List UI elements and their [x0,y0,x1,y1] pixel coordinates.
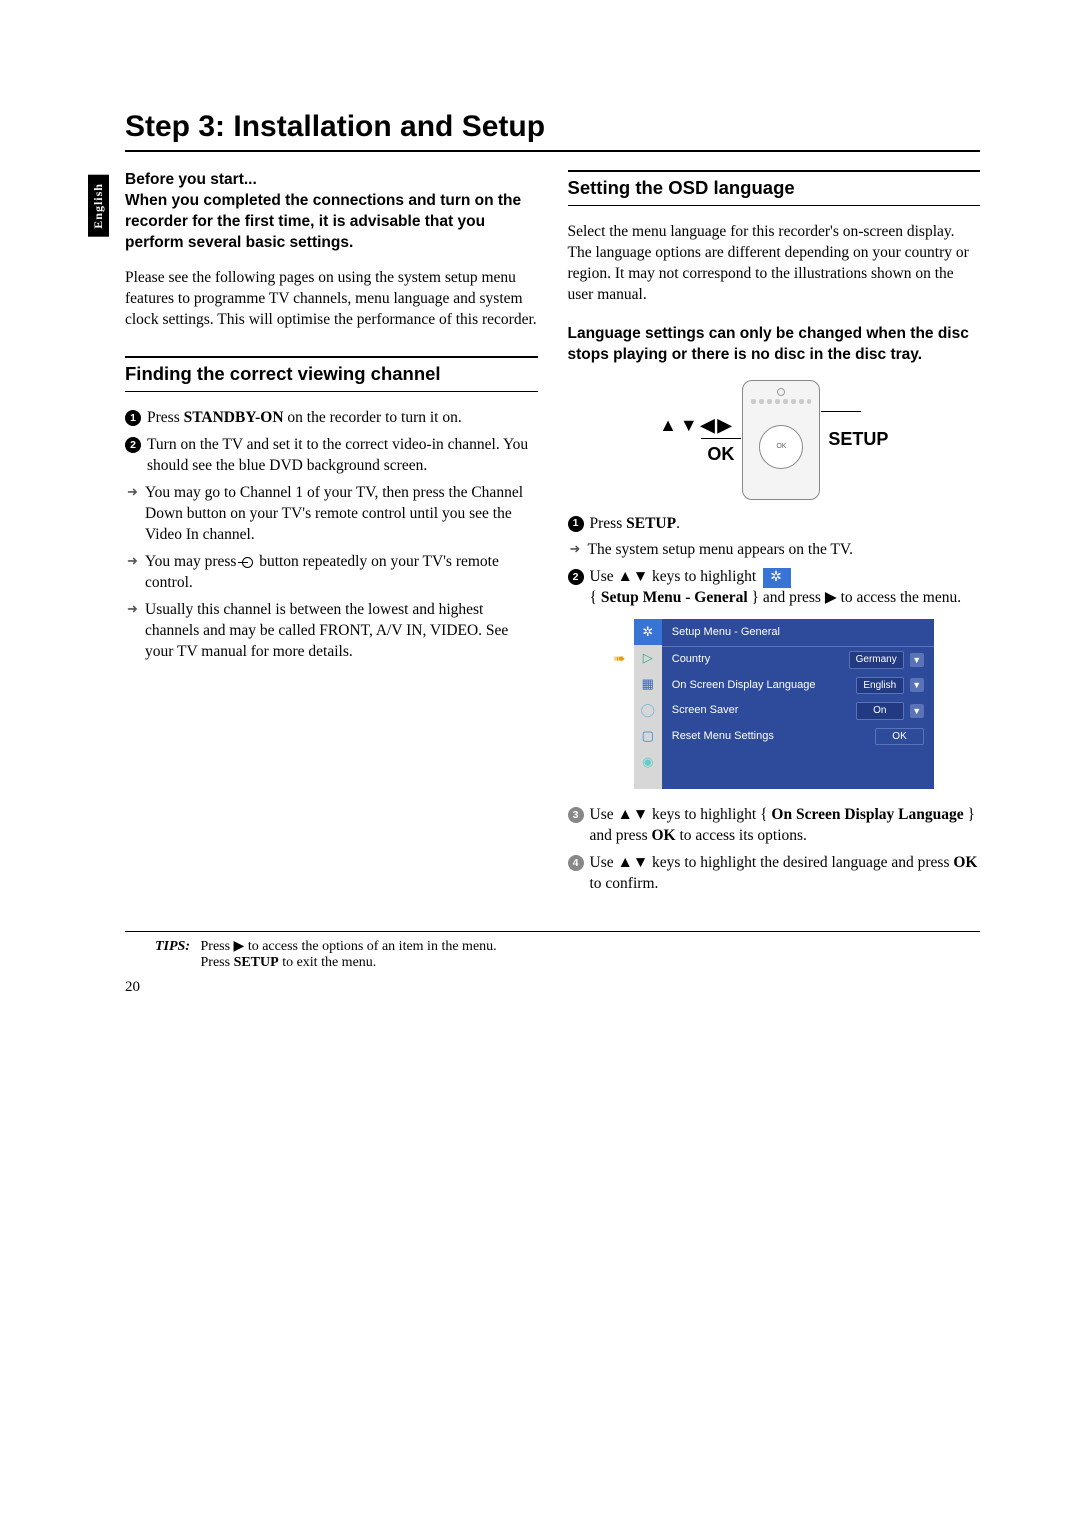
menu-row-reset: Reset Menu Settings OK [662,724,934,750]
remote-control-icon: OK [742,380,820,500]
tips-rule [125,931,980,932]
menu-row-osdlang: On Screen Display Language English ▼ [662,673,934,699]
menu-value-osdlang: English [856,677,904,695]
step-number-2r-icon: 2 [568,569,584,585]
menu-tab-tv-icon: ▢ [634,723,662,749]
content-columns: Before you start... When you completed t… [125,170,980,901]
step-1-right: 1 Press SETUP. [568,514,981,535]
section-rule-1 [125,391,538,392]
r2-a: Use ▲▼ keys to highlight [590,568,761,585]
page-title: Step 3: Installation and Setup [125,110,980,144]
section-osd-language: Setting the OSD language [568,170,981,201]
arrow2-a: You may press [145,553,240,570]
r3-c: to access its options. [676,827,807,844]
menu-value-reset: OK [875,728,923,746]
before-label: Before you start... [125,171,257,188]
r4-b: to confirm. [590,875,659,892]
general-menu-icon [763,568,791,588]
step-number-2-icon: 2 [125,437,141,453]
r4-a: Use ▲▼ keys to highlight the desired lan… [590,854,954,871]
r2-c: } and press ▶ to access the menu. [748,589,961,606]
s2-text: Turn on the TV and set it to the correct… [147,435,538,477]
arrow-input-button: You may press button repeatedly on your … [125,552,538,594]
right-column: Setting the OSD language Select the menu… [568,170,981,901]
title-rule [125,150,980,152]
step-number-1r-icon: 1 [568,516,584,532]
step-2-right: 2 Use ▲▼ keys to highlight { Setup Menu … [568,567,981,609]
tips-line2-setup: SETUP [234,955,279,970]
dropdown-icon: ▼ [910,653,924,667]
tips-label: TIPS: [155,939,190,954]
tips-line1: Press ▶ to access the options of an item… [201,939,497,954]
left-column: Before you start... When you completed t… [125,170,538,901]
r1-b: . [676,515,680,532]
menu-title: Setup Menu - General [662,619,934,647]
tips-line2a: Press [201,955,234,970]
step-number-1-icon: 1 [125,410,141,426]
r2-bold: Setup Menu - General [601,589,748,606]
menu-pointer-icon: ➠ [614,619,634,789]
ok-label: OK [659,440,734,469]
menu-row-screensaver: Screen Saver On ▼ [662,698,934,724]
input-source-icon [242,557,253,568]
menu-row-country: Country Germany ▼ [662,647,934,673]
before-body: When you completed the connections and t… [125,192,521,251]
r1-setup: SETUP [626,515,676,532]
setup-label: SETUP [828,427,888,451]
before-you-start: Before you start... When you completed t… [125,170,538,254]
dropdown-icon: ▼ [910,678,924,692]
menu-value-screensaver: On [856,702,904,720]
intro-para: Please see the following pages on using … [125,268,538,331]
menu-tab-general-icon: ✲ [634,619,662,645]
arrow-front-avin: Usually this channel is between the lowe… [125,600,538,663]
arrow-channel1: You may go to Channel 1 of your TV, then… [125,483,538,546]
menu-label-screensaver: Screen Saver [672,703,850,718]
dropdown-icon: ▼ [910,704,924,718]
tips-block: TIPS: Press ▶ to access the options of a… [155,938,980,971]
r1-arrow: The system setup menu appears on the TV. [568,540,981,561]
page-number: 20 [125,979,980,996]
r2-b: { [590,589,601,606]
step-number-3r-icon: 3 [568,807,584,823]
r1-a: Press [590,515,627,532]
menu-tab-record-icon: ▦ [634,671,662,697]
menu-sidebar: ✲ ▷ ▦ ◯ ▢ ◉ [634,619,662,789]
menu-label-country: Country [672,652,843,667]
setup-menu-figure: ➠ ✲ ▷ ▦ ◯ ▢ ◉ Setup Menu - General Count… [614,619,934,789]
menu-tab-disc-icon: ◯ [634,697,662,723]
remote-diagram: ▲▼◀▶ OK OK SETUP [568,380,981,500]
menu-value-country: Germany [849,651,904,669]
menu-tab-play-icon: ▷ [634,645,662,671]
step-4-right: 4 Use ▲▼ keys to highlight the desired l… [568,853,981,895]
osd-intro: Select the menu language for this record… [568,222,981,306]
arrow-keys-label: ▲▼◀▶ [659,411,734,440]
s1-a: Press [147,409,184,426]
r3-ok: OK [652,827,676,844]
step-2-left: 2 Turn on the TV and set it to the corre… [125,435,538,477]
s1-standby-on: STANDBY-ON [184,409,284,426]
tips-line2b: to exit the menu. [279,955,377,970]
menu-tab-clock-icon: ◉ [634,749,662,775]
menu-main: Setup Menu - General Country Germany ▼ O… [662,619,934,789]
menu-label-reset: Reset Menu Settings [672,729,870,744]
osd-bold-note: Language settings can only be changed wh… [568,324,981,366]
remote-labels-left: ▲▼◀▶ OK [659,411,734,469]
step-number-4r-icon: 4 [568,855,584,871]
menu-label-osdlang: On Screen Display Language [672,678,850,693]
r3-bold: On Screen Display Language [771,806,963,823]
s1-b: on the recorder to turn it on. [284,409,462,426]
r3-a: Use ▲▼ keys to highlight { [590,806,772,823]
language-tab: English [88,175,109,237]
section-finding-channel: Finding the correct viewing channel [125,356,538,387]
step-1-left: 1 Press STANDBY-ON on the recorder to tu… [125,408,538,429]
section-rule-2 [568,205,981,206]
r4-ok: OK [953,854,977,871]
step-3-right: 3 Use ▲▼ keys to highlight { On Screen D… [568,805,981,847]
